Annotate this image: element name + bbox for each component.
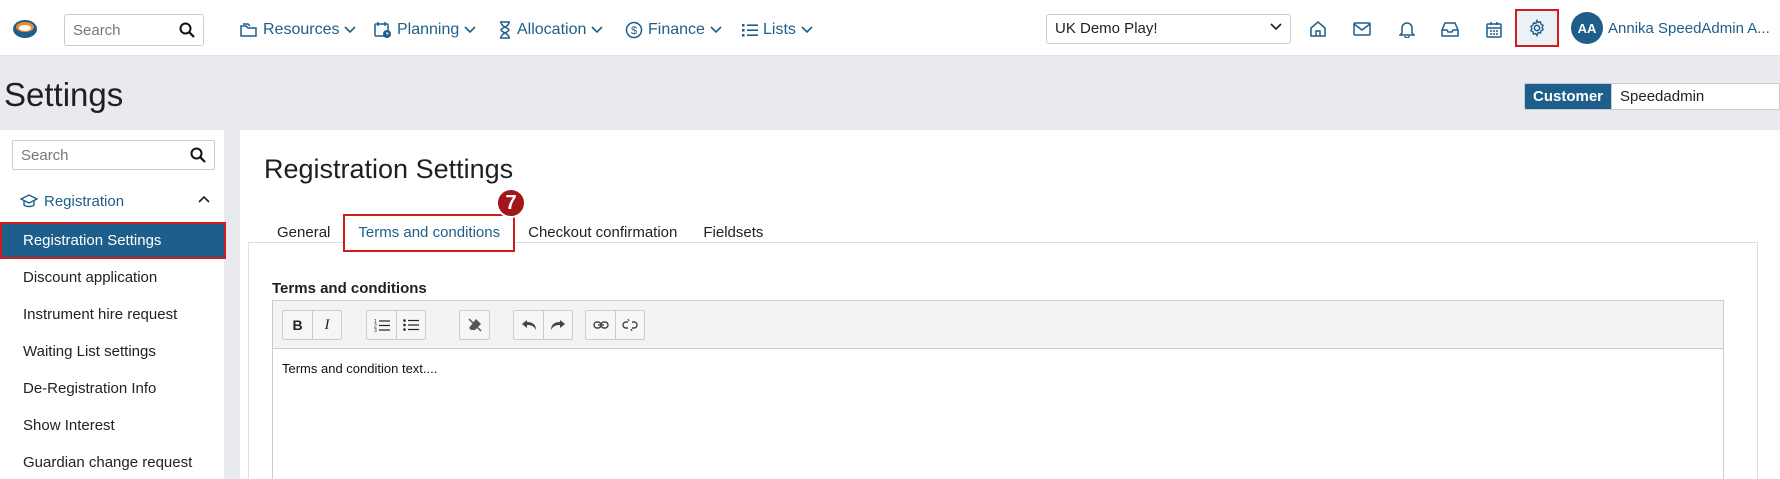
search-icon[interactable] xyxy=(179,22,195,38)
chevron-down-icon xyxy=(801,26,813,34)
bullet-list-button[interactable] xyxy=(396,311,425,339)
sidebar-item-instrument-hire-request[interactable]: Instrument hire request xyxy=(0,296,224,333)
list-group: 123 xyxy=(366,310,426,340)
inbox-button[interactable] xyxy=(1438,17,1462,41)
link-group xyxy=(585,310,645,340)
field-label: Terms and conditions xyxy=(272,280,427,297)
rich-text-editor[interactable]: B I 123 Terms and condition text.... xyxy=(272,300,1724,479)
top-navigation-bar: Resources Planning Allocation $ Finance … xyxy=(0,0,1780,56)
redo-icon xyxy=(551,320,565,330)
history-group xyxy=(513,310,573,340)
bold-button[interactable]: B xyxy=(283,311,312,339)
home-icon xyxy=(1310,21,1326,37)
chevron-down-icon xyxy=(591,26,603,34)
page-title: Settings xyxy=(4,76,124,113)
sidebar-item-registration-settings[interactable]: Registration Settings xyxy=(0,222,226,259)
tab-general[interactable]: General xyxy=(264,214,343,252)
redo-button[interactable] xyxy=(543,311,572,339)
svg-text:3: 3 xyxy=(374,328,377,332)
folders-icon xyxy=(240,23,257,37)
link-icon xyxy=(592,321,609,329)
clear-formatting-button[interactable] xyxy=(460,311,489,339)
dollar-icon: $ xyxy=(625,21,643,39)
graduation-cap-icon xyxy=(20,194,38,208)
chevron-down-icon xyxy=(344,26,357,34)
global-search-input[interactable] xyxy=(65,15,170,45)
unlink-icon xyxy=(622,318,638,332)
bullet-list-icon xyxy=(403,319,419,331)
chevron-down-icon xyxy=(464,26,476,34)
calendar-button[interactable] xyxy=(1482,17,1506,41)
editor-toolbar: B I 123 xyxy=(273,301,1723,349)
ordered-list-icon: 123 xyxy=(374,319,390,332)
nav-lists-label: Lists xyxy=(763,21,796,38)
user-menu[interactable]: Annika SpeedAdmin A... xyxy=(1608,20,1773,37)
gear-icon xyxy=(1529,19,1545,37)
nav-lists[interactable]: Lists xyxy=(742,18,813,42)
step-badge: 7 xyxy=(496,188,526,218)
nav-finance-label: Finance xyxy=(648,21,705,38)
undo-button[interactable] xyxy=(514,311,543,339)
role-customer-button[interactable]: Customer xyxy=(1525,84,1612,109)
settings-tabs: General Terms and conditions Checkout co… xyxy=(264,214,776,252)
format-group: B I xyxy=(282,310,342,340)
school-select[interactable]: UK Demo Play! xyxy=(1046,14,1291,44)
editor-content[interactable]: Terms and condition text.... xyxy=(282,361,437,376)
role-employee-button[interactable]: Speedadmin Employee xyxy=(1611,84,1779,109)
calendar-clock-icon xyxy=(374,22,391,38)
ordered-list-button[interactable]: 123 xyxy=(367,311,396,339)
settings-button[interactable] xyxy=(1515,9,1559,47)
calendar-icon xyxy=(1486,21,1502,38)
tab-terms-and-conditions[interactable]: Terms and conditions xyxy=(343,214,516,252)
sidebar-search-input[interactable] xyxy=(13,141,183,169)
notifications-button[interactable] xyxy=(1395,17,1419,41)
section-title: Registration Settings xyxy=(264,154,514,184)
home-button[interactable] xyxy=(1306,17,1330,41)
chevron-up-icon xyxy=(198,195,210,203)
undo-icon xyxy=(521,320,536,330)
list-icon xyxy=(742,24,758,37)
clear-format-group xyxy=(459,310,490,340)
search-icon[interactable] xyxy=(190,147,206,163)
sidebar-search[interactable] xyxy=(12,140,215,170)
mail-icon xyxy=(1353,22,1371,36)
insert-link-button[interactable] xyxy=(586,311,615,339)
nav-finance[interactable]: $ Finance xyxy=(625,18,722,42)
nav-allocation[interactable]: Allocation xyxy=(498,18,603,42)
nav-allocation-label: Allocation xyxy=(517,21,587,38)
svg-text:$: $ xyxy=(631,25,637,37)
global-search[interactable] xyxy=(64,14,204,46)
remove-link-button[interactable] xyxy=(615,311,644,339)
nav-planning-label: Planning xyxy=(397,21,460,38)
nav-resources[interactable]: Resources xyxy=(240,18,357,42)
school-select-value: UK Demo Play! xyxy=(1055,20,1158,37)
tab-checkout-confirmation[interactable]: Checkout confirmation xyxy=(515,214,690,252)
tab-fieldsets[interactable]: Fieldsets xyxy=(690,214,776,252)
main-content: Registration Settings General Terms and … xyxy=(240,130,1780,479)
speedadmin-logo[interactable] xyxy=(12,16,38,42)
nav-resources-label: Resources xyxy=(263,21,340,38)
inbox-icon xyxy=(1441,22,1459,37)
sidebar-item-discount-application[interactable]: Discount application xyxy=(0,259,224,296)
bell-icon xyxy=(1399,22,1415,38)
sidebar-item-guardian-change-request[interactable]: Guardian change request xyxy=(0,444,224,479)
role-toggle: Customer Speedadmin Employee xyxy=(1524,83,1780,110)
nav-planning[interactable]: Planning xyxy=(374,18,476,42)
eraser-icon xyxy=(467,318,482,332)
sidebar-item-de-registration-info[interactable]: De-Registration Info xyxy=(0,370,224,407)
italic-button[interactable]: I xyxy=(312,311,341,339)
settings-sidebar: Registration Registration Settings Disco… xyxy=(0,130,226,479)
messages-button[interactable] xyxy=(1350,17,1374,41)
sidebar-group-label: Registration xyxy=(44,192,125,210)
sidebar-group-registration[interactable]: Registration xyxy=(20,189,210,213)
sidebar-item-show-interest[interactable]: Show Interest xyxy=(0,407,224,444)
hourglass-icon xyxy=(500,21,510,39)
chevron-down-icon xyxy=(710,26,722,34)
avatar[interactable]: AA xyxy=(1571,12,1603,44)
sidebar-item-waiting-list-settings[interactable]: Waiting List settings xyxy=(0,333,224,370)
chevron-down-icon xyxy=(1270,23,1282,31)
